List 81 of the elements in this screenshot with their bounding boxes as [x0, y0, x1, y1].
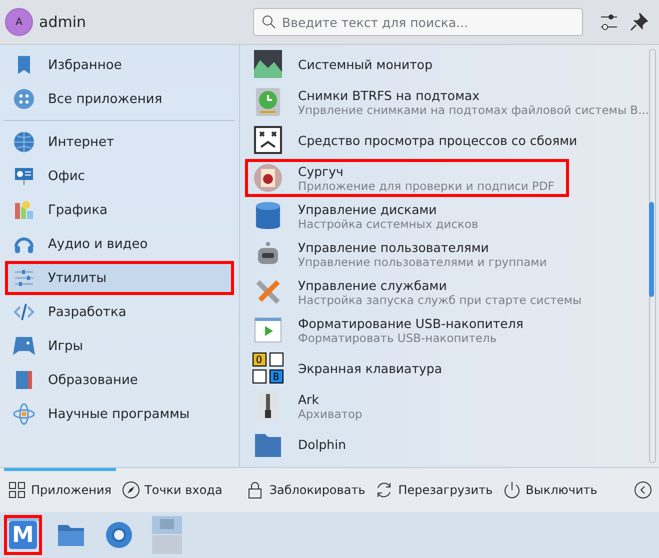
palette-icon	[13, 199, 35, 221]
app-name: Ark	[298, 392, 320, 406]
category-label: Интернет	[48, 134, 114, 150]
app-item[interactable]: Управление службами Настройка запуска служб при старте системы	[245, 273, 639, 311]
app-name: Снимки BTRFS на подтомах	[298, 88, 481, 102]
launcher-logo: M	[9, 521, 37, 549]
app-name: Средство просмотра процессов со сбоями	[298, 132, 578, 148]
category-item[interactable]: Научные программы	[5, 397, 234, 431]
app-item[interactable]: Сургуч Приложение для проверки и подписи PDF	[245, 159, 570, 197]
category-label: Аудио и видео	[48, 236, 148, 252]
category-item[interactable]: Разработка	[5, 295, 234, 329]
app-item[interactable]: Системный монитор	[245, 45, 639, 83]
app-name: Системный монитор	[298, 56, 433, 72]
power-icon	[502, 481, 521, 499]
user-avatar[interactable]: A	[5, 8, 33, 36]
lock-icon	[246, 481, 264, 499]
category-item[interactable]: Офис	[5, 159, 234, 193]
category-label: Разработка	[48, 304, 126, 320]
app-name: Экранная клавиатура	[298, 360, 442, 376]
search-icon	[262, 15, 276, 29]
app-item[interactable]: O B Экранная клавиатура	[245, 349, 639, 387]
category-item[interactable]: Избранное	[5, 48, 234, 82]
desktop-preview-icon	[152, 516, 182, 554]
app-item[interactable]: Форматирование USB-накопителя Форматировать USB-накопитель	[245, 311, 639, 349]
app-item[interactable]: Средство просмотра процессов со сбоями	[245, 121, 639, 159]
app-description: Упрвление снимками на подтомах файловой системы В...	[298, 102, 650, 116]
category-label: Офис	[48, 168, 85, 184]
app-item[interactable]: Dolphin	[245, 425, 639, 463]
app-description: Приложение для проверки и подписи PDF	[298, 178, 554, 192]
app-description: Настройка системных дисков	[298, 216, 478, 230]
session-button[interactable]: Перезагрузить	[371, 468, 497, 512]
sliders-icon	[13, 267, 35, 289]
app-name: Сургуч	[298, 164, 344, 178]
presentation-icon	[13, 165, 35, 187]
sad-face-icon	[252, 124, 284, 156]
grid-icon	[8, 481, 26, 499]
scrollbar[interactable]	[649, 49, 656, 463]
app-description: Архиватор	[298, 406, 362, 420]
category-label: Утилиты	[48, 270, 107, 286]
category-label: Все приложения	[48, 92, 162, 106]
app-item[interactable]: Ark Архиватор	[245, 387, 639, 425]
app-description: Настройка запуска служб при старте системы	[298, 292, 582, 306]
code-icon	[13, 301, 35, 323]
app-name: Управление службами	[298, 278, 448, 292]
app-name: Управление пользователями	[298, 240, 490, 254]
folder-icon	[57, 523, 85, 547]
globe-icon	[13, 131, 35, 153]
footer-tab[interactable]: Точки входа	[118, 468, 226, 512]
search-field[interactable]: Введите текст для поиска...	[253, 8, 583, 36]
gamepad-icon	[13, 335, 35, 357]
category-label: Графика	[48, 202, 108, 218]
category-item[interactable]: Утилиты	[5, 261, 234, 295]
taskbar-item[interactable]: M	[4, 515, 42, 555]
category-label: Избранное	[48, 58, 122, 72]
category-item[interactable]: Игры	[5, 329, 234, 363]
app-name: Управление дисками	[298, 202, 438, 216]
category-item[interactable]: Графика	[5, 193, 234, 227]
app-name: Форматирование USB-накопителя	[298, 316, 524, 330]
chart-icon	[252, 48, 284, 80]
atom-icon	[13, 403, 35, 425]
apps-grid-icon	[13, 88, 35, 110]
user-name: admin	[39, 13, 87, 31]
category-label: Научные программы	[48, 406, 190, 422]
book-icon	[13, 369, 35, 391]
app-name: Dolphin	[298, 436, 346, 452]
category-label: Игры	[48, 338, 84, 354]
session-button[interactable]: Выключить	[498, 468, 602, 512]
seal-icon	[252, 162, 284, 194]
category-item[interactable]: Аудио и видео	[5, 227, 234, 261]
category-item[interactable]: Образование	[5, 363, 234, 397]
category-item[interactable]: Все приложения	[5, 82, 234, 116]
app-description: Форматировать USB-накопитель	[298, 330, 498, 344]
category-item[interactable]: Интернет	[5, 125, 234, 159]
app-item[interactable]: Управление пользователями Управление пользователями и группами	[245, 235, 639, 273]
browser-icon	[105, 521, 133, 549]
app-description: Управление пользователями и группами	[298, 254, 547, 268]
category-label: Образование	[48, 372, 138, 388]
session-button[interactable]: Заблокировать	[242, 468, 370, 512]
restart-icon	[375, 481, 394, 499]
compass-icon	[122, 481, 140, 499]
app-item[interactable]: Управление дисками Настройка системных дисков	[245, 197, 639, 235]
